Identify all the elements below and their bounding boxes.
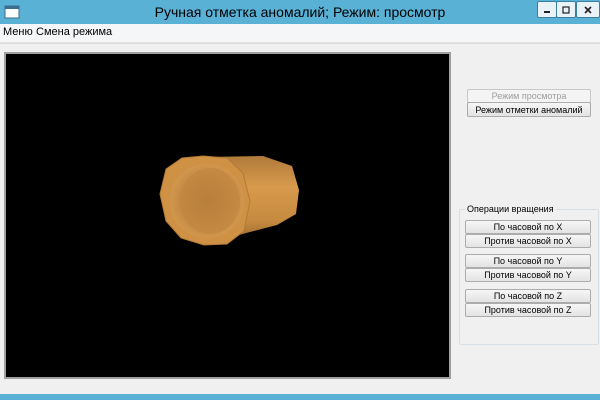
rotate-z-ccw-button[interactable]: Против часовой по Z [465,303,591,317]
rotate-z-cw-button[interactable]: По часовой по Z [465,289,591,303]
close-button[interactable] [576,1,600,18]
client-area: Меню Смена режима Режим просмотра Режим … [0,24,600,394]
minimize-button[interactable] [537,1,557,18]
minimize-icon [544,10,550,13]
rotate-x-cw-button[interactable]: По часовой по X [465,220,591,234]
separator [0,43,600,44]
rotation-group-title: Операции вращения [465,204,556,215]
menu-item-change-mode[interactable]: Смена режима [36,26,112,39]
3d-viewport[interactable] [4,52,451,379]
window-title: Ручная отметка аномалий; Режим: просмотр [154,4,446,20]
window-bottom-border [0,394,600,400]
app-window: Ручная отметка аномалий; Режим: просмотр… [0,0,600,400]
anomaly-mode-button[interactable]: Режим отметки аномалий [467,102,591,117]
maximize-button[interactable] [556,1,576,18]
rotate-x-ccw-button[interactable]: Против часовой по X [465,234,591,248]
close-icon [584,5,592,14]
menu-bar: Меню Смена режима [0,24,600,43]
rotate-y-ccw-button[interactable]: Против часовой по Y [465,268,591,282]
restore-icon [562,5,570,14]
rotate-y-cw-button[interactable]: По часовой по Y [465,254,591,268]
view-mode-button[interactable]: Режим просмотра [467,89,591,103]
menu-item-menu[interactable]: Меню [3,26,33,39]
title-bar[interactable]: Ручная отметка аномалий; Режим: просмотр [0,0,600,24]
pipe-3d-model [159,155,299,246]
